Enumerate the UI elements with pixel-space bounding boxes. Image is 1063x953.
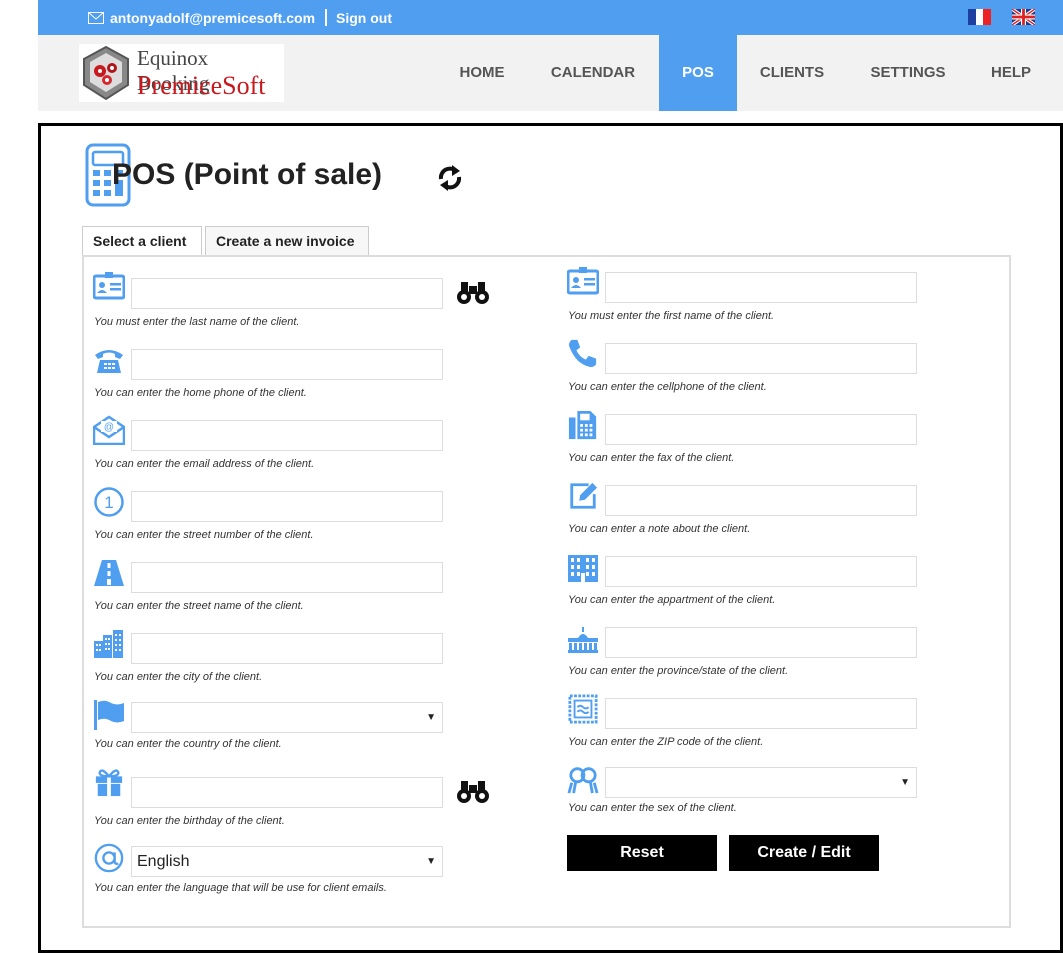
last-name-hint: You must enter the last name of the clie… [94,316,300,328]
uk-flag-icon[interactable] [1012,9,1035,25]
logo[interactable]: Equinox Booking PremiceSoft [79,44,284,102]
apartment-input[interactable] [605,556,917,587]
svg-text:@: @ [104,422,114,433]
fax-hint: You can enter the fax of the client. [568,452,735,464]
province-hint: You can enter the province/state of the … [568,665,789,677]
nav-home[interactable]: HOME [445,35,519,111]
sign-out-link[interactable]: Sign out [336,10,392,26]
language-select-value: English [137,853,190,870]
language-select[interactable]: English ▼ [131,846,443,877]
city-hint: You can enter the city of the client. [94,671,263,683]
number-one-icon: 1 [94,487,124,517]
divider [325,9,328,26]
note-hint: You can enter a note about the client. [568,523,751,535]
street-number-hint: You can enter the street number of the c… [94,529,314,541]
binoculars-icon[interactable] [456,279,490,305]
province-input[interactable] [605,627,917,658]
nav-settings[interactable]: SETTINGS [861,35,955,111]
gender-icon [567,767,599,794]
email-icon: @ [93,415,125,445]
refresh-icon[interactable] [435,162,465,194]
cellphone-hint: You can enter the cellphone of the clien… [568,381,767,393]
binoculars-icon[interactable] [456,778,490,804]
tab-select-client[interactable]: Select a client [82,226,202,255]
city-icon [94,630,123,658]
sex-hint: You can enter the sex of the client. [568,802,737,814]
reset-button[interactable]: Reset [567,835,717,871]
cellphone-icon [568,339,597,368]
note-edit-icon [570,482,598,509]
fax-icon [568,410,597,440]
email-input[interactable] [131,420,443,451]
at-icon [94,843,124,873]
home-phone-hint: You can enter the home phone of the clie… [94,387,307,399]
fax-input[interactable] [605,414,917,445]
envelope-icon [88,11,104,24]
id-card-icon [567,267,599,295]
nav-pos[interactable]: POS [659,35,737,111]
nav-help[interactable]: HELP [982,35,1040,111]
account-email[interactable]: antonyadolf@premicesoft.com [110,10,315,26]
apartment-hint: You can enter the appartment of the clie… [568,594,776,606]
cellphone-input[interactable] [605,343,917,374]
create-edit-button[interactable]: Create / Edit [729,835,879,871]
street-number-input[interactable] [131,491,443,522]
chevron-down-icon: ▼ [426,712,436,723]
note-input[interactable] [605,485,917,516]
zip-hint: You can enter the ZIP code of the client… [568,736,764,748]
first-name-hint: You must enter the first name of the cli… [568,310,775,322]
street-name-hint: You can enter the street name of the cli… [94,600,304,612]
logo-line-2: PremiceSoft [137,71,266,100]
nav-calendar[interactable]: CALENDAR [538,35,648,111]
road-icon [94,560,124,586]
last-name-input[interactable] [131,278,443,309]
id-card-icon [93,272,125,300]
zip-input[interactable] [605,698,917,729]
page-title: POS (Point of sale) [112,158,383,191]
home-phone-input[interactable] [131,349,443,380]
sex-select[interactable]: ▼ [605,767,917,798]
capitol-icon [568,627,598,653]
email-hint: You can enter the email address of the c… [94,458,315,470]
country-hint: You can enter the country of the client. [94,738,282,750]
gift-icon [95,769,123,797]
top-bar: antonyadolf@premicesoft.com Sign out [38,0,1063,35]
nav-clients[interactable]: CLIENTS [751,35,833,111]
language-hint: You can enter the language that will be … [94,882,387,894]
svg-text:1: 1 [104,493,113,512]
birthday-input[interactable] [131,777,443,808]
city-input[interactable] [131,633,443,664]
account-area: antonyadolf@premicesoft.com Sign out [88,9,392,26]
chevron-down-icon: ▼ [900,777,910,788]
chevron-down-icon: ▼ [426,856,436,867]
tab-create-invoice[interactable]: Create a new invoice [205,226,369,255]
street-name-input[interactable] [131,562,443,593]
country-select[interactable]: ▼ [131,702,443,733]
stamp-icon [568,694,598,724]
first-name-input[interactable] [605,272,917,303]
birthday-hint: You can enter the birthday of the client… [94,815,285,827]
main-navigation: Equinox Booking PremiceSoft HOME CALENDA… [38,35,1063,111]
home-phone-icon [95,350,123,373]
apartment-building-icon [568,555,598,582]
logo-emblem-icon [83,45,129,101]
flag-icon [94,700,124,730]
fr-flag-icon[interactable] [968,9,991,25]
